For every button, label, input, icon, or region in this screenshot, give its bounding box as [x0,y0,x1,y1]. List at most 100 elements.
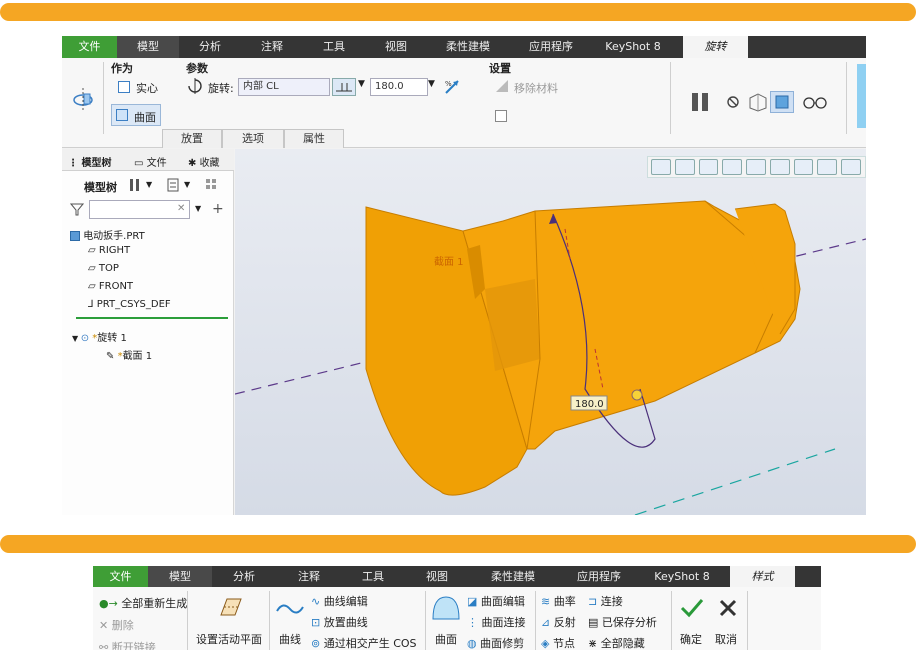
perspective-icon[interactable] [746,159,766,175]
tab-analysis[interactable]: 分析 [179,36,241,58]
angle-drag-handle[interactable] [631,389,643,401]
tab-annotate[interactable]: 注释 [241,36,303,58]
datum-right-label: RIGHT [98,245,131,256]
tab-model[interactable]: 模型 [148,566,212,587]
surface-connect-label: 曲面连接 [481,616,526,629]
tab-tools[interactable]: 工具 [303,36,365,58]
tab-placement[interactable]: 放置 [162,129,222,148]
curvature-button[interactable]: ≋ 曲率 [541,593,576,609]
tree-item-datum-top[interactable]: ▱ TOP [88,263,119,274]
tab-keyshot[interactable]: KeyShot 8 [642,566,722,587]
saved-views-icon[interactable] [793,159,814,175]
tab-style[interactable]: 样式 [730,566,795,587]
surface-edit-button[interactable]: ◪ 曲面编辑 [467,593,525,609]
tab-favorites[interactable]: ✱ 收藏 [188,154,220,169]
cancel-button[interactable]: 取消 [715,631,737,647]
tree-search-input[interactable] [89,200,190,219]
tab-keyshot[interactable]: KeyShot 8 [593,36,673,58]
collapse-chevron-icon[interactable]: ▼ [72,334,81,343]
surface-button[interactable]: 曲面 [435,631,457,647]
tab-view[interactable]: 视图 [365,36,427,58]
tab-file[interactable]: 文件 [93,566,148,587]
tree-item-datum-front[interactable]: ▱ FRONT [88,281,133,292]
tree-filter-grid-icon[interactable] [204,177,220,193]
axis-reference-field[interactable]: 内部 CL [238,78,330,96]
show-items-icon[interactable] [166,177,180,193]
graphics-viewport[interactable]: 截面 1 180.0 [234,149,866,515]
ok-button[interactable]: 确定 [680,631,702,647]
angle-dropdown-chevron-icon[interactable]: ▼ [428,79,435,89]
ok-button-edge[interactable] [857,64,866,128]
refit-icon[interactable] [651,159,671,175]
tab-file[interactable]: 文件 [62,36,117,58]
part-icon [70,231,80,241]
node-button[interactable]: ◈ 节点 [541,635,575,650]
tab-applications[interactable]: 应用程序 [509,36,593,58]
remove-material-label[interactable]: 移除材料 [514,80,558,96]
surface-trim-button[interactable]: ◍ 曲面修剪 [467,635,524,650]
revolved-part-model[interactable]: 截面 1 180.0 [234,149,866,515]
place-curve-button[interactable]: ⊡ 放置曲线 [311,614,368,630]
flip-direction-icon[interactable]: % [443,78,461,96]
tree-settings-icon[interactable] [128,177,142,193]
tab-applications[interactable]: 应用程序 [556,566,642,587]
tab-flexible-modeling[interactable]: 柔性建模 [470,566,556,587]
tab-analysis[interactable]: 分析 [212,566,276,587]
tree-item-revolve[interactable]: ▼ ⊙ *旋转 1 [72,329,127,344]
tab-options[interactable]: 选项 [222,129,284,148]
zoom-out-icon[interactable] [698,159,719,175]
tree-item-part[interactable]: 电动扳手.PRT [70,227,145,242]
connect-analysis-button[interactable]: ⊐ 连接 [588,593,623,609]
tree-item-sketch[interactable]: ✎ *截面 1 [106,347,152,362]
delete-button[interactable]: ✕ 删除 [99,617,134,633]
add-column-icon[interactable]: + [212,201,224,217]
clear-search-icon[interactable]: ✕ [177,203,185,214]
search-dropdown-chevron-icon[interactable]: ▼ [195,204,201,213]
curve-button[interactable]: 曲线 [279,631,301,647]
tab-model[interactable]: 模型 [117,36,179,58]
tab-tools[interactable]: 工具 [342,566,404,587]
geometry-preview-icon[interactable] [747,92,769,112]
display-style-icon[interactable] [769,159,790,175]
surface-button[interactable]: 曲面 [111,104,161,126]
tab-annotate[interactable]: 注释 [276,566,342,587]
thicken-checkbox[interactable] [495,110,507,122]
no-preview-icon[interactable] [725,94,741,110]
regenerate-all-button[interactable]: ●→ 全部重新生成 [99,595,187,611]
show-items-chevron-icon[interactable]: ▼ [184,180,190,189]
cos-intersect-button[interactable]: ⊚ 通过相交产生 COS [311,635,417,650]
filter-icon[interactable] [70,202,84,216]
break-link-button[interactable]: ⚯ 断开链接 [99,639,156,650]
surface-connect-button[interactable]: ⋮ 曲面连接 [467,614,526,630]
hide-all-button[interactable]: ⋇ 全部隐藏 [588,635,645,650]
feature-preview-button[interactable] [770,91,794,113]
angle-value-field[interactable]: 180.0 [370,78,428,96]
tab-flexible-modeling[interactable]: 柔性建模 [427,36,509,58]
curve-edit-button[interactable]: ∿ 曲线编辑 [311,593,368,609]
angle-readout[interactable]: 180.0 [575,399,604,410]
tab-properties[interactable]: 属性 [284,129,344,148]
part-name: 电动扳手.PRT [83,231,145,242]
tab-files[interactable]: ▭ 文件 [134,154,167,169]
tab-model-tree[interactable]: ⋮ 模型树 [68,154,111,169]
tree-settings-chevron-icon[interactable]: ▼ [146,180,152,189]
reflect-button[interactable]: ⊿ 反射 [541,614,576,630]
tab-view[interactable]: 视图 [404,566,470,587]
saved-analysis-button[interactable]: ▤ 已保存分析 [588,614,657,630]
solid-icon[interactable] [118,81,130,93]
verify-mode-glasses-icon[interactable] [802,94,828,110]
rotate-axis-icon [188,78,202,94]
repaint-icon[interactable] [722,159,743,175]
view-manager-icon[interactable] [817,159,838,175]
model-tree-menu-label[interactable]: 模型树 [84,179,117,195]
chevron-down-icon[interactable]: ▼ [358,79,365,89]
tree-item-datum-right[interactable]: ▱ RIGHT [88,245,130,256]
solid-label[interactable]: 实心 [136,80,158,96]
angle-type-button[interactable] [332,78,356,96]
zoom-in-icon[interactable] [674,159,695,175]
datum-display-icon[interactable] [841,159,862,175]
set-active-plane-button[interactable]: 设置活动平面 [196,631,262,647]
tab-revolve[interactable]: 旋转 [683,36,748,58]
pause-icon[interactable] [690,92,712,112]
tree-item-csys[interactable]: ⅃ PRT_CSYS_DEF [88,299,171,310]
